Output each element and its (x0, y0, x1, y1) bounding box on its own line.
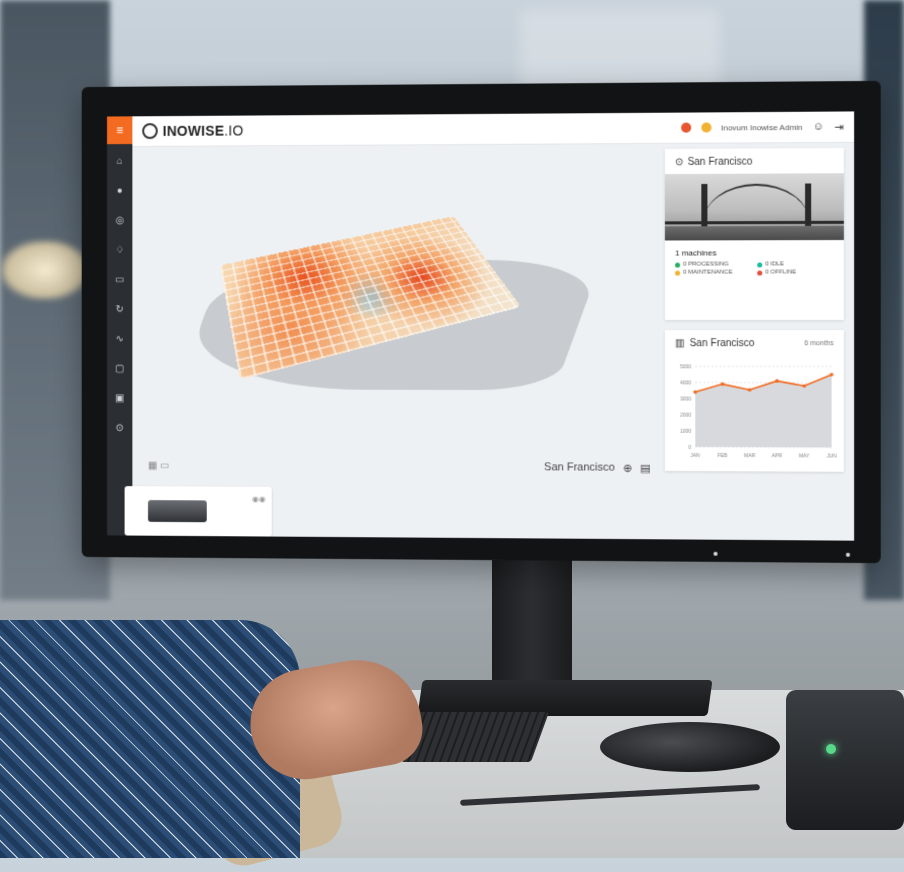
x-tick-label: MAR (744, 453, 756, 459)
status-dot (675, 270, 680, 275)
background-lamp (0, 240, 90, 300)
y-tick-label: 0 (688, 445, 691, 451)
location-icon[interactable]: ⊙ (107, 415, 132, 441)
app-screen: ≡ ⌂ ● ◎ ♢ ▭ ↻ ∿ ▢ ▣ ⊙ INOWISE .IO Inovum… (107, 111, 854, 540)
bridge-deck (665, 221, 844, 225)
chart-title: San Francisco (690, 338, 755, 349)
lock-icon[interactable]: ▢ (107, 356, 132, 382)
phone-dock (786, 690, 904, 830)
logo-text-bold: INOWISE (163, 123, 225, 139)
keyboard (401, 712, 549, 762)
logo-text-light: .IO (224, 123, 243, 139)
chart-range-selector[interactable]: 6 months (804, 340, 833, 347)
globe-icon[interactable]: ● (107, 178, 132, 204)
y-tick-label: 3000 (680, 396, 691, 402)
x-tick-label: JUN (827, 453, 837, 459)
y-tick-label: 4000 (680, 380, 691, 386)
logo[interactable]: INOWISE .IO (142, 123, 243, 139)
chart-card: ▥ San Francisco 6 months 0 1000 2000 3000 40… (665, 330, 844, 472)
top-right-controls: Inovum Inowise Admin ☺ ⇥ (681, 120, 844, 134)
top-bar: INOWISE .IO Inovum Inowise Admin ☺ ⇥ (132, 111, 854, 147)
warning-notification-icon[interactable] (701, 122, 711, 132)
refresh-icon[interactable]: ↻ (107, 296, 132, 322)
x-tick-label: FEB (718, 453, 729, 459)
data-point[interactable] (775, 379, 779, 383)
location-title: San Francisco (688, 157, 753, 168)
menu-icon[interactable]: ≡ (107, 116, 132, 144)
machine-image (148, 500, 207, 522)
folder-icon[interactable]: ▤ (640, 461, 651, 474)
dock-led (826, 744, 836, 754)
location-pin-icon: ⊙ (675, 157, 683, 168)
grid-view-icon[interactable]: ▦ ▭ (148, 460, 169, 471)
bridge-cable (703, 184, 809, 223)
y-tick-label: 5000 (680, 364, 691, 370)
chart-svg: 0 1000 2000 3000 4000 5000 JAN FEB MAR APR MAY JUN (669, 360, 840, 467)
monitor-power-button[interactable] (846, 553, 850, 557)
status-offline: 0 OFFLINE (757, 269, 833, 275)
status-dot (757, 270, 762, 275)
x-tick-label: MAY (799, 453, 810, 459)
status-label: 0 PROCESSING (683, 262, 729, 268)
status-processing: 0 PROCESSING (675, 261, 751, 267)
logo-mark-icon (142, 123, 158, 139)
status-maintenance: 0 MAINTENANCE (675, 270, 751, 276)
machines-count: 1 machines (665, 240, 844, 262)
monitor-stand (492, 560, 572, 690)
data-point[interactable] (748, 388, 752, 392)
data-point[interactable] (802, 384, 806, 388)
bar-chart-icon: ▥ (675, 338, 685, 349)
heatmap-view[interactable] (142, 149, 659, 451)
x-tick-label: APR (772, 453, 783, 459)
bell-icon[interactable]: ♢ (107, 237, 132, 263)
bay-water (665, 226, 844, 241)
location-card: ⊙ San Francisco 1 machines 0 PROCESSING … (665, 148, 844, 320)
briefcase-icon[interactable]: ▣ (107, 385, 132, 411)
activity-icon[interactable]: ∿ (107, 326, 132, 352)
status-dot (757, 262, 762, 267)
mouse (600, 722, 780, 772)
map-city-label: San Francisco (544, 461, 615, 473)
monitor-led (714, 552, 718, 556)
monitor: ≡ ⌂ ● ◎ ♢ ▭ ↻ ∿ ▢ ▣ ⊙ INOWISE .IO Inovum… (82, 81, 881, 563)
status-label: 0 OFFLINE (765, 269, 796, 275)
map-toolbar: ▦ ▭ San Francisco ⊕ ▤ (142, 451, 659, 483)
user-name[interactable]: Inovum Inowise Admin (721, 122, 802, 132)
city-photo (665, 173, 844, 240)
machine-card[interactable]: ◉◉ (125, 486, 272, 536)
y-tick-label: 2000 (680, 413, 691, 419)
data-point[interactable] (830, 373, 834, 377)
status-label: 0 IDLE (765, 261, 784, 267)
home-icon[interactable]: ⌂ (107, 148, 132, 174)
server-icon[interactable]: ▭ (107, 267, 132, 293)
user-icon[interactable]: ☺ (813, 121, 824, 133)
background-window (520, 10, 720, 90)
status-legend: 0 PROCESSING 0 IDLE 0 MAINTENANCE 0 OFFL… (665, 261, 844, 275)
monitor-base (417, 680, 712, 716)
sidebar: ≡ ⌂ ● ◎ ♢ ▭ ↻ ∿ ▢ ▣ ⊙ (107, 116, 132, 535)
y-tick-label: 1000 (680, 429, 691, 435)
data-point[interactable] (721, 382, 725, 386)
x-tick-label: JAN (690, 453, 700, 459)
status-label: 0 MAINTENANCE (683, 270, 732, 276)
globe-view-icon[interactable]: ⊕ (623, 461, 632, 474)
target-icon[interactable]: ◎ (107, 207, 132, 233)
chart-header: ▥ San Francisco 6 months (665, 330, 844, 357)
logout-icon[interactable]: ⇥ (834, 120, 843, 133)
alert-notification-icon[interactable] (681, 123, 691, 133)
status-idle: 0 IDLE (757, 261, 833, 267)
data-point[interactable] (693, 390, 697, 394)
status-dot (675, 262, 680, 267)
location-header: ⊙ San Francisco (665, 148, 844, 174)
card-controls-icon[interactable]: ◉◉ (252, 495, 266, 504)
